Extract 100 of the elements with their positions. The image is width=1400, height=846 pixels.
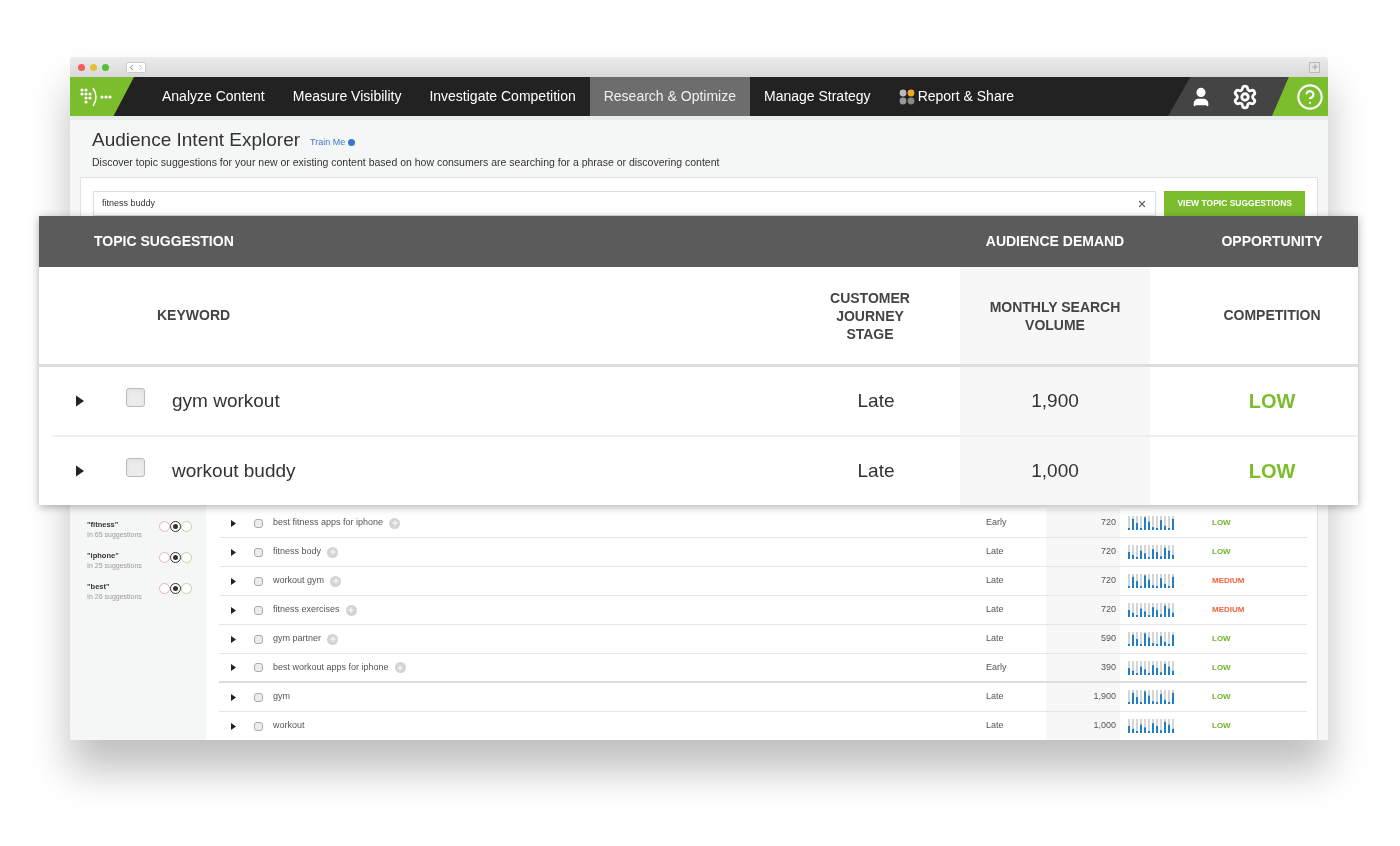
keyword-text: workout gym <box>273 574 325 588</box>
checkbox[interactable] <box>253 547 263 557</box>
keyword-text: gym <box>273 690 290 704</box>
group-heading: OPPORTUNITY <box>1220 232 1324 251</box>
competition-text: LOW <box>1212 517 1232 529</box>
checkbox[interactable] <box>253 605 263 615</box>
stage-text: Late <box>986 632 1005 646</box>
keyword-text: fitness exercises <box>273 603 340 617</box>
competition-text: LOW <box>1212 691 1232 703</box>
keyword-text: gym workout <box>172 388 280 413</box>
search-field[interactable]: fitness buddy <box>93 191 1157 216</box>
new-tab-icon[interactable] <box>1309 61 1320 73</box>
competition-text: MEDIUM <box>1212 575 1246 587</box>
volume-text: 720 <box>1100 574 1116 588</box>
expand-arrow-icon[interactable] <box>230 548 236 556</box>
competition-text: LOW <box>1212 546 1232 558</box>
expand-arrow-icon[interactable] <box>76 465 84 477</box>
stage-text: Late <box>857 458 895 483</box>
sparkline <box>1128 603 1175 617</box>
radio-button[interactable] <box>170 583 181 594</box>
expand-arrow-icon[interactable] <box>76 395 84 407</box>
stage-text: Early <box>986 516 1008 530</box>
sparkline <box>1128 690 1175 704</box>
volume-text: 720 <box>1100 545 1116 559</box>
checkbox[interactable] <box>253 634 263 644</box>
checkbox[interactable] <box>253 721 263 731</box>
checkbox[interactable] <box>253 692 263 702</box>
group-heading: AUDIENCE DEMAND <box>984 232 1126 251</box>
nav-tab[interactable]: Research & Optimize <box>589 77 750 116</box>
close-window-icon[interactable] <box>78 63 85 71</box>
radio-button[interactable] <box>170 552 181 563</box>
sparkline <box>1128 719 1175 733</box>
settings-icon[interactable] <box>1232 83 1258 110</box>
add-icon[interactable] <box>345 604 357 616</box>
column-header: MONTHLY SEARCH VOLUME <box>988 297 1122 334</box>
stage-text: Late <box>986 690 1005 704</box>
expand-arrow-icon[interactable] <box>230 519 236 527</box>
volume-text: 720 <box>1100 603 1116 617</box>
keyword-text: fitness body <box>273 545 322 559</box>
volume-text: 1,900 <box>1031 388 1079 413</box>
radio-button[interactable] <box>159 521 170 532</box>
checkbox[interactable] <box>253 518 263 528</box>
minimize-window-icon[interactable] <box>90 63 97 71</box>
sparkline <box>1128 574 1175 588</box>
volume-text: 1,000 <box>1093 719 1116 733</box>
expand-arrow-icon[interactable] <box>230 693 236 701</box>
checkbox[interactable] <box>253 576 263 586</box>
volume-text: 590 <box>1100 632 1116 646</box>
dots-icon <box>898 88 915 105</box>
nav-tab[interactable]: Analyze Content <box>148 77 279 116</box>
stage-text: Late <box>986 719 1005 733</box>
nav-tab[interactable]: Report & Share <box>884 77 1029 116</box>
volume-text: 1,900 <box>1093 690 1116 704</box>
nav-tab[interactable]: Investigate Competition <box>415 77 590 116</box>
volume-text: 1,000 <box>1031 458 1079 483</box>
stage-text: Late <box>857 388 895 413</box>
sparkline <box>1128 516 1175 530</box>
nav-tab[interactable]: Manage Strategy <box>750 77 885 116</box>
stage-text: Late <box>986 574 1005 588</box>
forward-icon[interactable] <box>136 62 145 72</box>
radio-button[interactable] <box>159 552 170 563</box>
add-icon[interactable] <box>330 575 342 587</box>
keyword-text: workout <box>273 719 305 733</box>
checkbox[interactable] <box>126 388 145 407</box>
maximize-window-icon[interactable] <box>102 63 109 71</box>
add-icon[interactable] <box>394 662 406 673</box>
volume-text: 390 <box>1100 660 1116 674</box>
radio-button[interactable] <box>159 583 170 594</box>
column-header: CUSTOMER JOURNEY STAGE <box>829 288 911 343</box>
logo[interactable] <box>70 77 134 116</box>
checkbox[interactable] <box>126 458 145 477</box>
competition-text: LOW <box>1212 720 1232 732</box>
sparkline <box>1128 632 1175 646</box>
group-heading: TOPIC SUGGESTION <box>93 232 235 251</box>
expand-arrow-icon[interactable] <box>230 664 236 671</box>
keyword-text: best fitness apps for iphone <box>273 516 384 530</box>
back-icon[interactable] <box>127 62 136 72</box>
expand-arrow-icon[interactable] <box>230 635 236 643</box>
volume-text: 720 <box>1100 516 1116 530</box>
stage-text: Late <box>986 545 1005 559</box>
add-icon[interactable] <box>327 633 339 645</box>
add-icon[interactable] <box>327 546 339 558</box>
page-title: Audience Intent Explorer <box>92 130 301 149</box>
nav-tab[interactable]: Measure Visibility <box>278 77 416 116</box>
add-icon[interactable] <box>389 517 401 529</box>
stage-text: Early <box>986 660 1008 674</box>
page-description: Discover topic suggestions for your new or existing content based on how consumers are searching for a phrase or discovering content <box>92 155 721 170</box>
competition-text: LOW <box>1248 389 1296 414</box>
stage-text: Late <box>986 603 1005 617</box>
train-me-link[interactable]: Train Me <box>310 135 356 149</box>
expand-arrow-icon[interactable] <box>230 606 236 614</box>
column-header: COMPETITION <box>1223 306 1321 325</box>
checkbox[interactable] <box>253 663 263 672</box>
expand-arrow-icon[interactable] <box>230 722 236 730</box>
expand-arrow-icon[interactable] <box>230 577 236 585</box>
clear-icon[interactable] <box>1137 198 1148 209</box>
radio-button[interactable] <box>170 521 181 532</box>
competition-text: LOW <box>1248 459 1296 484</box>
competition-text: MEDIUM <box>1212 604 1246 616</box>
help-icon[interactable] <box>1296 82 1324 111</box>
